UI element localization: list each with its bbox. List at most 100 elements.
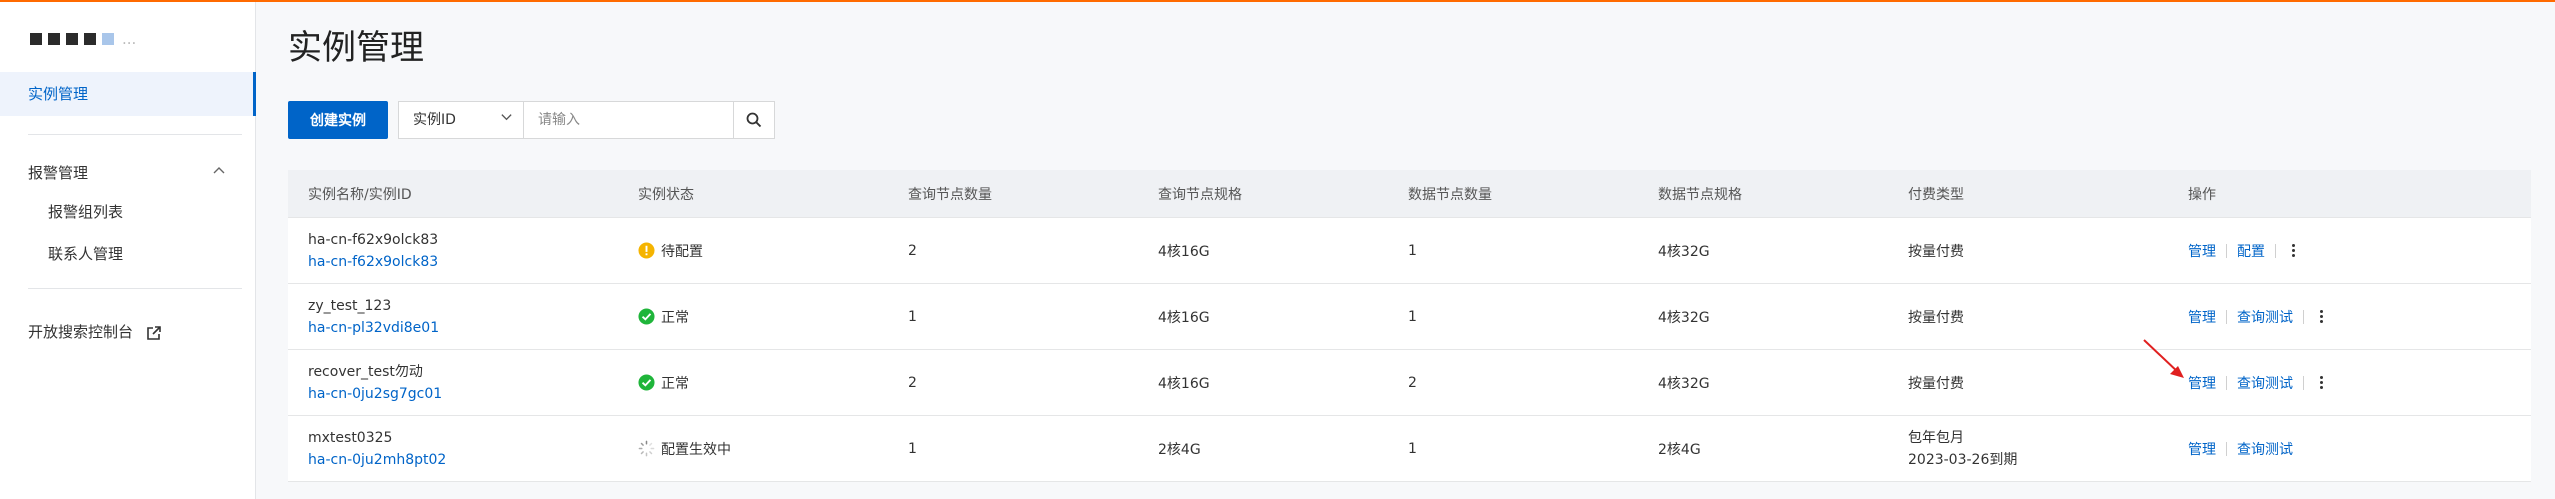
query-test-link[interactable]: 查询测试 [2237, 439, 2293, 459]
billing-type-text: 按量付费 [1908, 309, 1964, 326]
query-node-spec: 4核16G [1158, 309, 1210, 326]
sidebar-item-instance-management[interactable]: 实例管理 [0, 72, 256, 116]
op-separator [2226, 375, 2227, 390]
filter-select[interactable]: 实例ID [399, 102, 524, 138]
instance-id-link[interactable]: ha-cn-pl32vdi8e01 [308, 317, 439, 339]
query-node-spec: 4核16G [1158, 243, 1210, 260]
instance-name-cell: zy_test_123 ha-cn-pl32vdi8e01 [308, 284, 439, 349]
data-node-count: 2 [1408, 374, 1417, 391]
search-button[interactable] [733, 102, 774, 138]
logo-block-icon [84, 33, 96, 45]
operations-cell: 管理 配置 [2188, 218, 2299, 283]
sidebar-item-opensearch-console[interactable]: 开放搜索控制台 [0, 318, 256, 346]
sidebar-divider [28, 288, 242, 289]
more-options-icon[interactable] [2316, 376, 2327, 389]
op-separator [2303, 375, 2304, 390]
manage-link[interactable]: 管理 [2188, 241, 2216, 261]
more-options-icon[interactable] [2288, 244, 2299, 257]
op-separator [2303, 309, 2304, 324]
query-node-count: 2 [908, 242, 917, 259]
instance-name: ha-cn-f62x9olck83 [308, 231, 439, 248]
status-cell: 正常 [638, 350, 689, 415]
billing-type-text: 按量付费 [1908, 243, 1964, 260]
query-test-link[interactable]: 查询测试 [2237, 373, 2293, 393]
manage-link[interactable]: 管理 [2188, 373, 2216, 393]
billing-type: 按量付费 [1908, 218, 1964, 283]
billing-type: 按量付费 [1908, 350, 1964, 415]
op-separator [2275, 243, 2276, 258]
toolbar: 创建实例 实例ID [288, 101, 775, 139]
status-cell: 正常 [638, 284, 689, 349]
table-row: mxtest0325 ha-cn-0ju2mh8pt02 配置生效中 1 2核4… [288, 416, 2531, 482]
table-row: zy_test_123 ha-cn-pl32vdi8e01 正常 1 4核16G… [288, 284, 2531, 350]
instance-name: mxtest0325 [308, 429, 393, 446]
query-node-spec: 4核16G [1158, 375, 1210, 392]
instance-id-link[interactable]: ha-cn-f62x9olck83 [308, 251, 438, 273]
external-link-icon [146, 325, 161, 340]
billing-type: 按量付费 [1908, 284, 1964, 349]
sidebar-item-contacts[interactable]: 联系人管理 [0, 241, 256, 267]
query-node-count: 1 [908, 308, 917, 325]
chevron-down-icon [500, 102, 513, 138]
op-separator [2226, 243, 2227, 258]
sidebar-group-alarm[interactable]: 报警管理 [0, 160, 256, 186]
sidebar-divider [28, 134, 242, 135]
manage-link[interactable]: 管理 [2188, 439, 2216, 459]
query-node-spec: 2核4G [1158, 441, 1201, 458]
instance-name-cell: recover_test勿动 ha-cn-0ju2sg7gc01 [308, 350, 442, 415]
data-node-spec: 4核32G [1658, 375, 1710, 392]
status-text: 待配置 [661, 243, 703, 260]
column-header: 查询节点规格 [1158, 186, 1242, 203]
sidebar: ... 实例管理 报警管理 报警组列表 联系人管理 开放搜索控制台 [0, 2, 256, 499]
check-icon [638, 374, 655, 391]
logo-block-icon [48, 33, 60, 45]
data-node-count: 1 [1408, 440, 1417, 457]
instance-name-cell: mxtest0325 ha-cn-0ju2mh8pt02 [308, 416, 446, 481]
column-header: 查询节点数量 [908, 186, 992, 203]
data-node-count: 1 [1408, 242, 1417, 259]
column-header: 操作 [2188, 186, 2216, 203]
check-icon [638, 308, 655, 325]
data-node-spec: 4核32G [1658, 309, 1710, 326]
search-group: 实例ID [398, 101, 775, 139]
column-header: 数据节点规格 [1658, 186, 1742, 203]
configure-link[interactable]: 配置 [2237, 241, 2265, 261]
logo-block-icon [66, 33, 78, 45]
create-instance-button[interactable]: 创建实例 [288, 101, 388, 139]
status-cell: 配置生效中 [638, 416, 731, 481]
operations-cell: 管理 查询测试 [2188, 350, 2327, 415]
brand-logo: ... [30, 30, 136, 48]
column-header: 实例名称/实例ID [308, 186, 412, 203]
annotation-arrow-icon [2143, 339, 2184, 378]
status-cell: 待配置 [638, 218, 703, 283]
top-accent-bar [0, 0, 2555, 2]
table-row: recover_test勿动 ha-cn-0ju2sg7gc01 正常 2 4核… [288, 350, 2531, 416]
instance-name: zy_test_123 [308, 297, 392, 314]
instance-id-link[interactable]: ha-cn-0ju2sg7gc01 [308, 383, 442, 405]
billing-type-text: 按量付费 [1908, 375, 1964, 392]
data-node-spec: 2核4G [1658, 441, 1701, 458]
sidebar-item-alarm-groups[interactable]: 报警组列表 [0, 199, 256, 225]
operations-cell: 管理 查询测试 [2188, 284, 2327, 349]
column-header: 数据节点数量 [1408, 186, 1492, 203]
instance-table: 实例名称/实例ID 实例状态 查询节点数量 查询节点规格 数据节点数量 数据节点… [288, 170, 2531, 482]
manage-link[interactable]: 管理 [2188, 307, 2216, 327]
query-node-count: 1 [908, 440, 917, 457]
instance-name-cell: ha-cn-f62x9olck83 ha-cn-f62x9olck83 [308, 218, 438, 283]
query-node-count: 2 [908, 374, 917, 391]
table-row: ha-cn-f62x9olck83 ha-cn-f62x9olck83 待配置 … [288, 218, 2531, 284]
search-icon [746, 112, 762, 128]
logo-block-icon [30, 33, 42, 45]
table-header: 实例名称/实例ID 实例状态 查询节点数量 查询节点规格 数据节点数量 数据节点… [288, 170, 2531, 218]
column-header: 付费类型 [1908, 186, 1964, 203]
loading-icon [638, 440, 655, 457]
query-test-link[interactable]: 查询测试 [2237, 307, 2293, 327]
filter-select-value: 实例ID [413, 112, 456, 128]
search-input[interactable] [524, 102, 733, 138]
data-node-count: 1 [1408, 308, 1417, 325]
more-options-icon[interactable] [2316, 310, 2327, 323]
operations-cell: 管理 查询测试 [2188, 416, 2293, 481]
expiry-date: 2023-03-26到期 [1908, 451, 2018, 468]
status-text: 正常 [661, 309, 689, 326]
instance-id-link[interactable]: ha-cn-0ju2mh8pt02 [308, 449, 446, 471]
